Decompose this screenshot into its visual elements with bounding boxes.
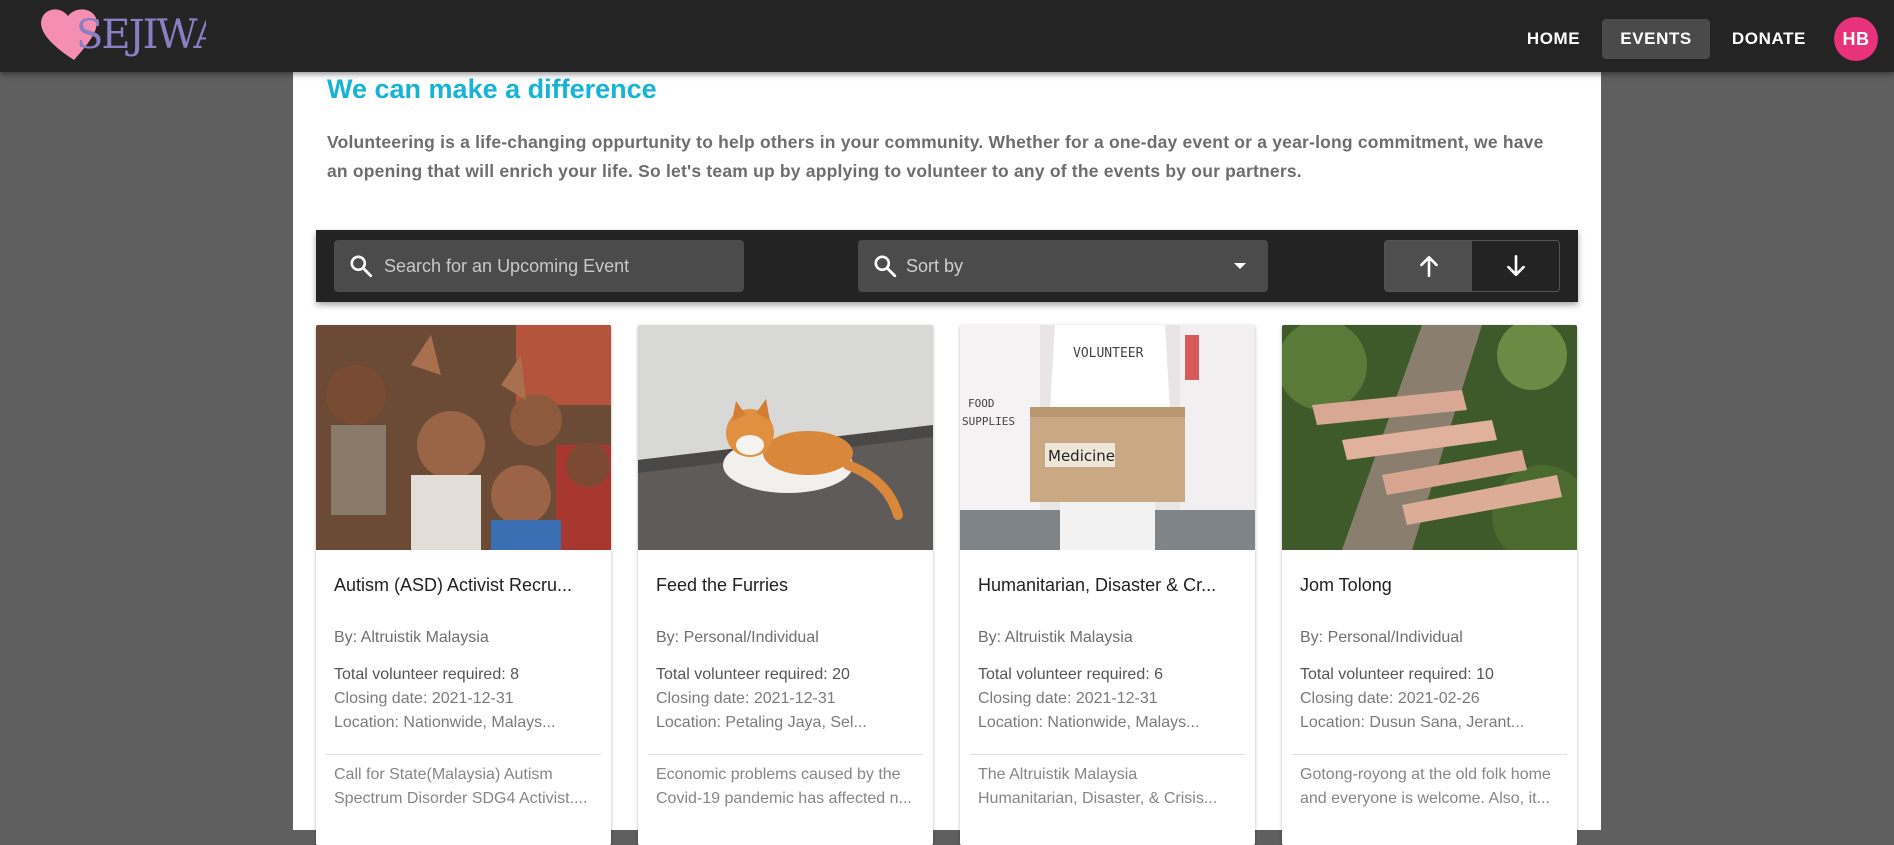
search-box[interactable] (334, 240, 744, 292)
svg-text:SEJIWA: SEJIWA (76, 12, 206, 58)
event-volunteers-required: Total volunteer required: 6 (978, 666, 1163, 683)
intro-text: Volunteering is a life-changing oppurtun… (327, 132, 1544, 181)
event-volunteers-required: Total volunteer required: 10 (1300, 666, 1494, 683)
event-closing-date: Closing date: 2021-02-26 (1300, 690, 1480, 707)
event-organizer: By: Altruistik Malaysia (334, 629, 489, 646)
event-closing-date: Closing date: 2021-12-31 (656, 690, 836, 707)
event-organizer: By: Personal/Individual (1300, 629, 1463, 646)
sort-ascending-button[interactable] (1385, 241, 1472, 291)
event-card[interactable]: Feed the Furries By: Personal/Individual… (638, 325, 933, 845)
event-volunteers-required: Total volunteer required: 20 (656, 666, 850, 683)
sort-order-toggle (1384, 240, 1560, 292)
svg-text:Medicine: Medicine (1048, 447, 1115, 465)
event-image-children (316, 325, 611, 550)
sort-select[interactable]: Sort by (858, 240, 1268, 292)
search-icon (350, 255, 373, 278)
main-nav: HOME EVENTS DONATE HB (1505, 17, 1878, 61)
event-closing-date: Closing date: 2021-12-31 (978, 690, 1158, 707)
event-description: Call for State(Malaysia) Autism Spectrum… (334, 766, 588, 807)
event-card[interactable]: Jom Tolong By: Personal/Individual Total… (1282, 325, 1577, 845)
logo[interactable]: SEJIWA (36, 4, 226, 66)
arrow-down-icon (1506, 254, 1525, 276)
svg-text:VOLUNTEER: VOLUNTEER (1073, 346, 1144, 361)
event-title: Feed the Furries (656, 575, 789, 595)
search-input[interactable] (382, 254, 726, 278)
event-image-cat (638, 325, 933, 550)
svg-text:FOOD: FOOD (968, 397, 995, 410)
nav-events[interactable]: EVENTS (1602, 19, 1710, 59)
event-location: Location: Nationwide, Malays... (334, 714, 556, 731)
event-card[interactable]: Autism (ASD) Activist Recru... By: Altru… (316, 325, 611, 845)
event-location: Location: Dusun Sana, Jerant... (1300, 714, 1525, 731)
event-volunteers-required: Total volunteer required: 8 (334, 666, 519, 683)
sort-label: Sort by (906, 255, 964, 276)
arrow-up-icon (1419, 256, 1438, 278)
svg-text:SUPPLIES: SUPPLIES (962, 415, 1015, 428)
event-image-volunteer: VOLUNTEER FOOD SUPPLIES Medicine (960, 325, 1255, 550)
event-description: Economic problems caused by the Covid-19… (656, 766, 912, 807)
page-heading: We can make a difference (327, 74, 657, 104)
nav-donate[interactable]: DONATE (1714, 19, 1824, 59)
event-organizer: By: Altruistik Malaysia (978, 629, 1133, 646)
card-divider (648, 754, 923, 755)
app-bar: SEJIWA HOME EVENTS DONATE HB (0, 0, 1894, 72)
user-avatar[interactable]: HB (1834, 17, 1878, 61)
event-description: Gotong-royong at the old folk home and e… (1300, 766, 1551, 807)
search-icon (874, 255, 897, 278)
event-organizer: By: Personal/Individual (656, 629, 819, 646)
event-closing-date: Closing date: 2021-12-31 (334, 690, 514, 707)
event-card[interactable]: VOLUNTEER FOOD SUPPLIES Medicine Humanit… (960, 325, 1255, 845)
event-title: Humanitarian, Disaster & Cr... (978, 575, 1217, 595)
event-title: Jom Tolong (1300, 575, 1392, 595)
event-toolbar: Sort by (316, 230, 1578, 302)
card-divider (1292, 754, 1567, 755)
card-divider (326, 754, 601, 755)
nav-home[interactable]: HOME (1509, 19, 1598, 59)
chevron-down-icon (1234, 263, 1246, 269)
event-image-hands (1282, 325, 1577, 550)
event-location: Location: Nationwide, Malays... (978, 714, 1200, 731)
event-title: Autism (ASD) Activist Recru... (334, 575, 573, 595)
event-description: The Altruistik Malaysia Humanitarian, Di… (978, 766, 1218, 807)
sort-descending-button[interactable] (1472, 241, 1559, 291)
content-panel: We can make a difference Volunteering is… (293, 72, 1601, 845)
event-location: Location: Petaling Jaya, Sel... (656, 714, 867, 731)
card-divider (970, 754, 1245, 755)
